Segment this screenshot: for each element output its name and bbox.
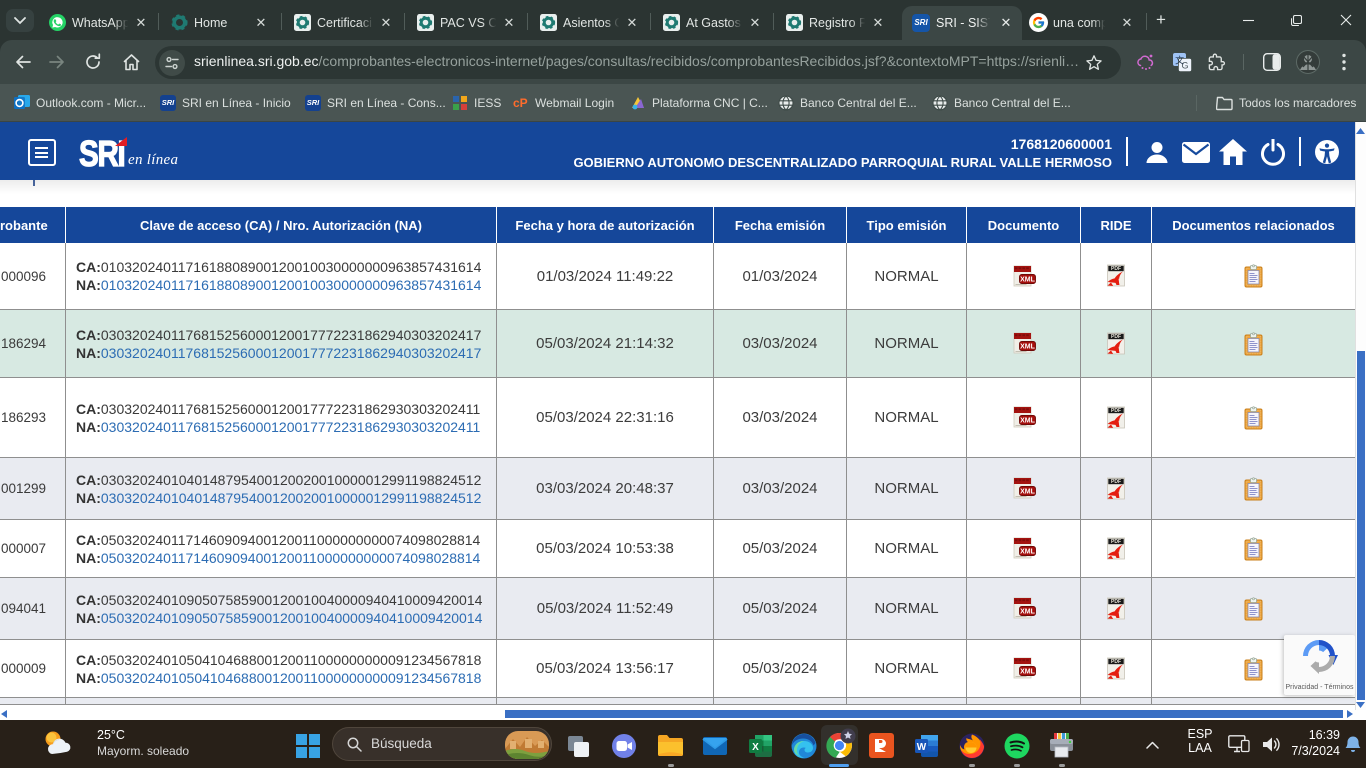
svg-text:PDF: PDF <box>1111 334 1121 340</box>
svg-text:XML: XML <box>1020 489 1036 496</box>
svg-text:W: W <box>917 742 927 753</box>
svg-text:XML: XML <box>1020 609 1036 616</box>
svg-text:文: 文 <box>1175 54 1184 65</box>
svg-text:XML: XML <box>1020 549 1036 556</box>
svg-text:XML: XML <box>1020 344 1036 351</box>
svg-text:PDF: PDF <box>1111 659 1121 665</box>
svg-text:PDF: PDF <box>1111 266 1121 272</box>
svg-text:XML: XML <box>1020 276 1036 283</box>
svg-text:PDF: PDF <box>1111 408 1121 414</box>
svg-text:PDF: PDF <box>1111 479 1121 485</box>
svg-text:PDF: PDF <box>1111 539 1121 545</box>
svg-text:PDF: PDF <box>1111 599 1121 605</box>
svg-text:XML: XML <box>1020 669 1036 676</box>
svg-text:X: X <box>752 742 759 753</box>
svg-text:XML: XML <box>1020 418 1036 425</box>
